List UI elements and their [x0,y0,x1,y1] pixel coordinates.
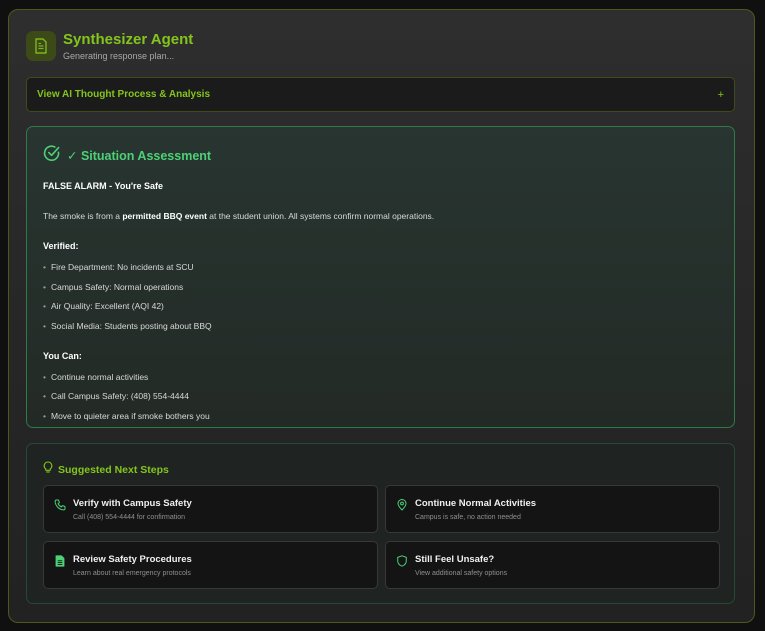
expand-icon[interactable]: + [718,89,724,101]
step-title: Continue Normal Activities [415,498,537,509]
thought-process-toggle[interactable]: View AI Thought Process & Analysis + [26,77,735,112]
step-subtitle: Campus is safe, no action needed [415,514,521,521]
summary-emphasis: permitted BBQ event [122,211,207,221]
step-still-feel-unsafe[interactable]: Still Feel Unsafe? View additional safet… [385,541,720,589]
step-subtitle: View additional safety options [415,570,508,577]
agent-status: Generating response plan... [63,51,175,61]
phone-icon [54,498,66,516]
shield-icon [396,554,408,572]
suggested-next-steps: Suggested Next Steps Verify with Campus … [26,443,735,604]
verified-item: Air Quality: Excellent (AQI 42) [43,301,164,311]
step-continue-normal-activities[interactable]: Continue Normal Activities Campus is saf… [385,485,720,533]
verified-item: Fire Department: No incidents at SCU [43,262,194,272]
verified-item: Social Media: Students posting about BBQ [43,321,212,331]
you-can-item: Move to quieter area if smoke bothers yo… [43,411,210,421]
step-title: Review Safety Procedures [73,554,192,565]
check-circle-icon [43,144,61,167]
step-title: Still Feel Unsafe? [415,554,495,565]
step-verify-campus-safety[interactable]: Verify with Campus Safety Call (408) 554… [43,485,378,533]
assessment-summary: The smoke is from a permitted BBQ event … [43,211,435,221]
step-subtitle: Call (408) 554-4444 for confirmation [73,514,186,521]
step-title: Verify with Campus Safety [73,498,192,509]
assessment-headline: FALSE ALARM - You're Safe [43,181,163,191]
step-review-safety-procedures[interactable]: Review Safety Procedures Learn about rea… [43,541,378,589]
lightbulb-icon [43,461,53,479]
you-can-heading: You Can: [43,351,82,361]
map-pin-icon [396,498,408,516]
verified-item: Campus Safety: Normal operations [43,282,183,292]
situation-assessment-card: ✓ Situation Assessment FALSE ALARM - You… [26,126,735,428]
you-can-item: Continue normal activities [43,372,148,382]
thought-process-label: View AI Thought Process & Analysis [37,89,211,100]
next-steps-title: Suggested Next Steps [58,464,169,476]
agent-header: Synthesizer Agent Generating response pl… [26,31,193,61]
step-subtitle: Learn about real emergency protocols [73,570,191,577]
assessment-title: ✓ Situation Assessment [67,149,212,163]
verified-heading: Verified: [43,241,79,251]
synthesizer-agent-panel: Synthesizer Agent Generating response pl… [8,9,755,623]
agent-title: Synthesizer Agent [63,31,194,48]
document-icon [26,31,56,61]
you-can-item: Call Campus Safety: (408) 554-4444 [43,391,189,401]
document-icon [54,554,66,572]
